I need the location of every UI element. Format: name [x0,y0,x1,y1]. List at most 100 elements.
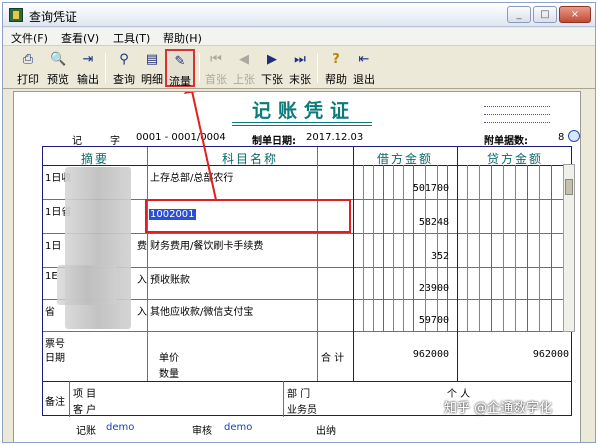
reviewer-label: 审核 [192,426,212,437]
prev-button[interactable]: ◀ 上张 [231,49,257,87]
total-debit: 962000 [412,349,449,360]
header-summary: 摘要 [80,152,109,166]
attachment-label: 附单据数: [484,136,528,147]
voucher-grid: 摘要 科目名称 借方金额 贷方金额 1日收 上存总部/总部农行 501700 1… [42,146,572,417]
flow-button[interactable]: ✎ 流量 [165,49,195,88]
menu-tools[interactable]: 工具(T) [113,30,150,46]
last-icon: ⏭ [294,52,306,67]
row-debit[interactable]: 58248 [353,217,449,228]
row-summary-suffix: 入 [137,307,147,318]
highlight-box [145,199,351,233]
grid-line [43,331,571,332]
reviewer-name: demo [224,422,253,433]
row-account[interactable]: 其他应收款/微信支付宝 [150,303,253,318]
digit-line [467,165,468,331]
help-icon: ? [332,52,340,67]
header-debit: 借方金额 [376,152,433,166]
cashier-label: 出纳 [316,426,336,437]
voucher-title: 记账凭证 [251,100,356,122]
digit-line [491,165,492,331]
total-credit: 962000 [532,349,569,360]
row-account[interactable]: 预收账款 [150,271,190,286]
query-button[interactable]: ⚲ 查询 [111,49,137,87]
first-button[interactable]: ⏮ 首张 [203,49,229,87]
dept-label: 部 门 [287,389,311,400]
help-button[interactable]: ? 帮助 [323,49,349,87]
project-label: 项 目 [73,389,97,400]
row-summary[interactable]: 1E [45,271,58,282]
toolbar-separator [199,53,200,83]
preview-button[interactable]: 🔍 预览 [45,49,71,87]
unit-price-label: 单价 [159,353,179,364]
row-debit[interactable]: 23900 [353,283,449,294]
watermark: 知乎 @企通数字化 [444,401,553,416]
print-button[interactable]: ⎙ 打印 [15,49,41,87]
digit-line [539,165,540,331]
row-debit[interactable]: 501700 [353,183,449,194]
header-credit: 贷方金额 [486,152,543,166]
first-icon: ⏮ [210,52,222,67]
voucher-query-window: 查询凭证 _ □ × 文件(F) 查看(V) 工具(T) 帮助(H) ⎙ 打印 🔍… [2,2,596,443]
grid-line [147,147,148,381]
minimize-button[interactable]: _ [507,6,531,23]
last-button[interactable]: ⏭ 末张 [287,49,313,87]
title-underline [232,122,372,126]
quantity-label: 数量 [159,369,179,380]
toolbar-separator [317,53,318,83]
printer-icon: ⎙ [22,52,34,67]
prev-icon: ◀ [239,52,249,67]
toolbar-separator [105,53,106,83]
next-icon: ▶ [267,52,277,67]
menu-help[interactable]: 帮助(H) [163,30,202,46]
maximize-button[interactable]: □ [533,6,557,23]
digit-line [503,165,504,331]
total-label: 合 计 [321,353,345,364]
row-summary[interactable]: 省 [45,303,55,318]
toolbar: ⎙ 打印 🔍 预览 ⇥ 输出 ⚲ 查询 ▤ 明细 ✎ 流量 ⏮ 首张 ◀ 上张 ▶ 下张 ⏭ 末张 … [3,47,595,89]
next-button[interactable]: ▶ 下张 [259,49,285,87]
magnifier-icon[interactable] [568,130,580,142]
grid-line [457,147,458,381]
grid-line [69,381,70,417]
menu-bar: 文件(F) 查看(V) 工具(T) 帮助(H) [3,28,595,46]
grid-line [317,147,318,381]
row-debit[interactable]: 59700 [353,315,449,326]
close-button[interactable]: × [559,6,591,23]
voucher-number-label: 字 [110,136,120,147]
voucher-paper: 记账凭证 记 字 0001 - 0001/0004 制单日期: 2017.12.… [13,91,581,442]
export-button[interactable]: ⇥ 输出 [75,49,101,87]
menu-view[interactable]: 查看(V) [61,30,99,46]
dotted-line [484,122,550,123]
detail-button[interactable]: ▤ 明细 [139,49,165,87]
attachment-count: 8 [558,132,565,143]
dotted-line [484,114,550,115]
date-label: 制单日期: [252,136,296,147]
digit-line [551,165,552,331]
exit-icon: ⇤ [358,52,370,67]
dotted-line [484,106,550,107]
flow-icon: ✎ [174,54,186,69]
ticket-no-label: 票号 [45,339,65,350]
date-field-label: 日期 [45,353,65,364]
vertical-scrollbar[interactable] [563,164,575,332]
scroll-thumb[interactable] [565,179,573,195]
voucher-number: 0001 - 0001/0004 [136,132,226,143]
digit-line [515,165,516,331]
salesman-label: 业务员 [287,405,317,416]
blurred-region [57,265,117,305]
detail-icon: ▤ [145,52,159,67]
header-account: 科目名称 [221,152,278,166]
row-summary-suffix: 费 [137,241,147,252]
row-account[interactable]: 上存总部/总部农行 [150,169,233,184]
note-label: 备注 [45,397,65,408]
export-icon: ⇥ [82,52,94,67]
row-summary[interactable]: 1日 [45,237,61,252]
row-debit[interactable]: 352 [353,251,449,262]
bookkeeper-label: 记账 [76,426,96,437]
bookkeeper-name: demo [106,422,135,433]
row-summary-suffix: 入 [137,275,147,286]
row-account[interactable]: 财务费用/餐饮刷卡手续费 [150,237,263,252]
preview-icon: 🔍 [50,52,67,67]
menu-file[interactable]: 文件(F) [11,30,48,46]
exit-button[interactable]: ⇤ 退出 [351,49,377,87]
